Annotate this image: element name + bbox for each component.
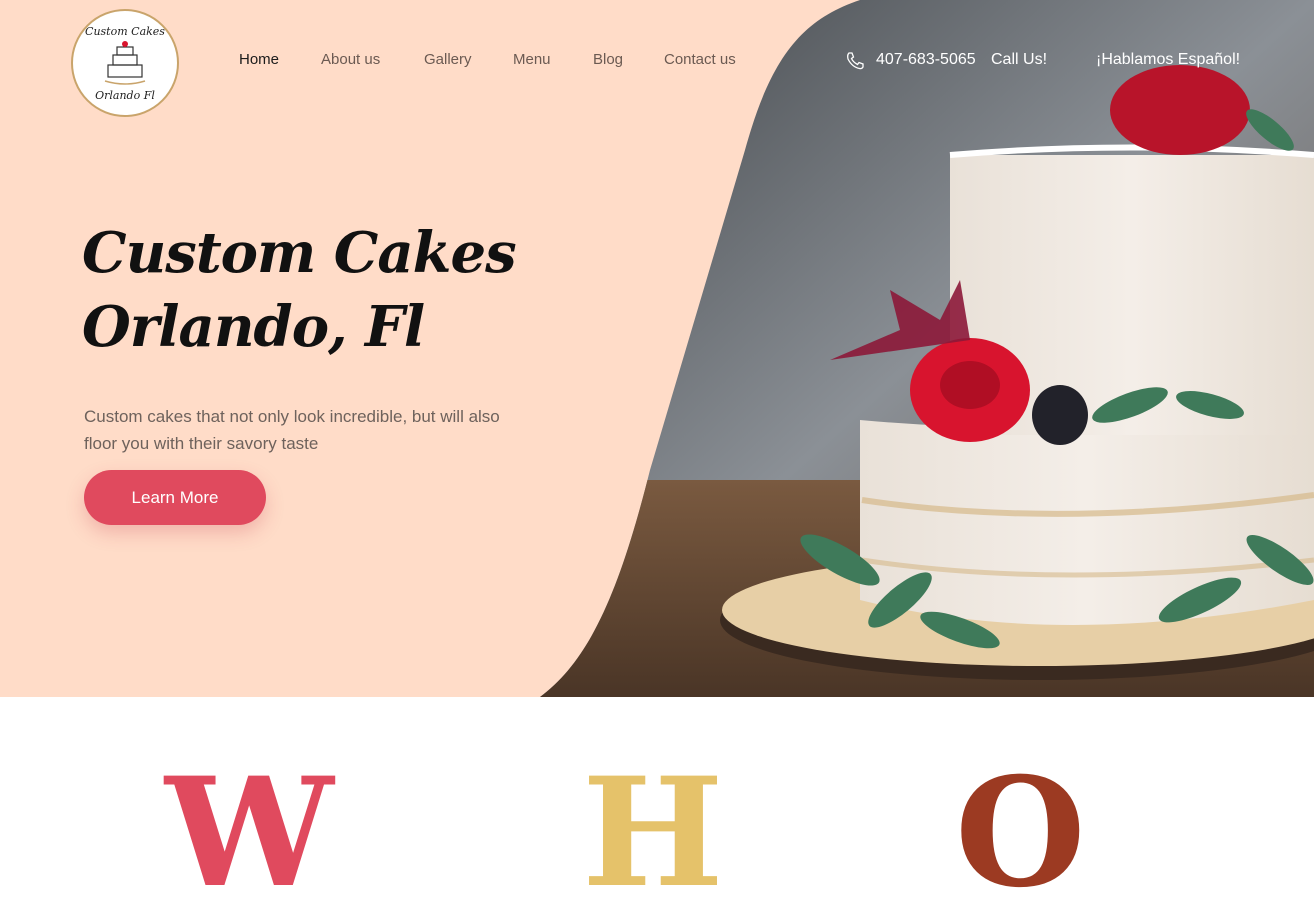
phone-icon[interactable]	[845, 51, 865, 71]
hero-title-line2: Orlando, Fl	[82, 294, 425, 360]
nav-item-about-us[interactable]: About us	[321, 51, 380, 68]
hero-section: Custom Cakes Orlando Fl Home About us Ga…	[0, 0, 1314, 697]
spanish-link[interactable]: ¡Hablamos Español!	[1096, 51, 1240, 69]
phone-number[interactable]: 407-683-5065	[876, 51, 976, 69]
logo[interactable]: Custom Cakes Orlando Fl	[71, 9, 179, 117]
learn-more-button[interactable]: Learn More	[84, 470, 266, 525]
section-letter-w: W	[165, 745, 334, 921]
hero-title-line1: Custom Cakes	[82, 220, 517, 286]
logo-bottom-text: Orlando Fl	[95, 89, 155, 102]
section-letter-o: O	[955, 745, 1086, 921]
logo-top-text: Custom Cakes	[85, 25, 165, 38]
nav-item-gallery[interactable]: Gallery	[424, 51, 472, 68]
nav-item-home[interactable]: Home	[239, 51, 279, 68]
section-letter-h: H	[582, 745, 724, 921]
nav-item-blog[interactable]: Blog	[593, 51, 623, 68]
nav-item-menu[interactable]: Menu	[513, 51, 551, 68]
nav-item-contact-us[interactable]: Contact us	[664, 51, 736, 68]
hero-subtitle: Custom cakes that not only look incredib…	[84, 407, 500, 453]
hero-title: Custom Cakes Orlando, Fl	[82, 216, 517, 364]
call-us-link[interactable]: Call Us!	[991, 51, 1047, 69]
